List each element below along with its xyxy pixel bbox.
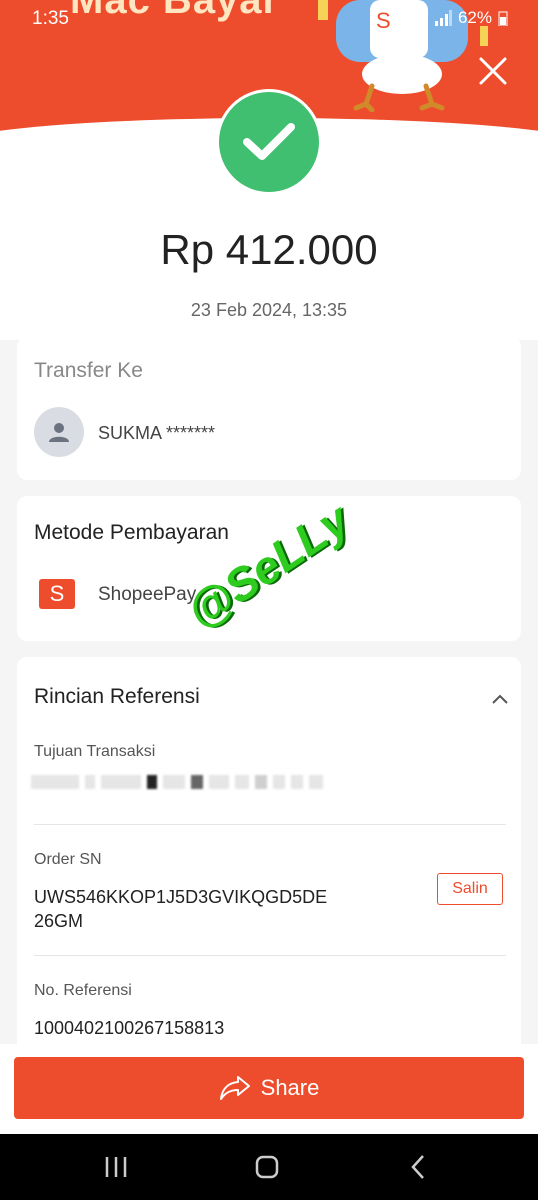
payment-datetime: 23 Feb 2024, 13:35: [190, 300, 348, 320]
network-label: 4G+: [406, 12, 428, 24]
reference-card: Rincian Referensi Tujuan Transaksi Order…: [17, 657, 521, 1057]
order-sn-line2: 26GM: [34, 911, 84, 931]
transfer-title: Transfer Ke: [34, 359, 143, 382]
copy-button[interactable]: Salin: [437, 873, 503, 905]
avatar: [34, 407, 84, 457]
status-time: 1:35: [32, 8, 69, 29]
divider: [34, 824, 506, 825]
reference-number-label: No. Referensi: [34, 982, 132, 999]
purpose-label: Tujuan Transaksi: [34, 743, 156, 760]
purpose-value-redacted: [31, 775, 323, 789]
home-icon[interactable]: [252, 1152, 282, 1182]
checkmark-icon: [243, 123, 295, 160]
shopeepay-icon: S: [39, 579, 75, 609]
chevron-up-icon[interactable]: [491, 693, 509, 705]
reference-number: 1000402100267158813: [34, 1018, 225, 1038]
share-label: Share: [260, 1075, 320, 1100]
battery-percent: 62%: [457, 8, 492, 27]
share-arrow-icon: [219, 1076, 250, 1100]
battery-icon: [498, 11, 508, 26]
close-icon[interactable]: [476, 54, 510, 88]
back-icon[interactable]: [404, 1152, 434, 1182]
system-nav-bar: [0, 1134, 538, 1200]
payment-method-title: Metode Pembayaran: [34, 521, 229, 544]
person-icon: [49, 423, 69, 442]
order-sn-line1: UWS546KKOP1J5D3GVIKQGD5DE: [34, 887, 328, 907]
divider: [34, 955, 506, 956]
recents-icon[interactable]: [101, 1152, 131, 1182]
status-icons: 4G+ 62%: [407, 8, 508, 28]
success-badge: [216, 89, 322, 195]
payment-amount: Rp 412.000: [160, 226, 378, 273]
recipient-name: SUKMA *******: [98, 423, 216, 443]
transfer-card: Transfer Ke SUKMA *******: [17, 337, 521, 480]
order-sn-label: Order SN: [34, 851, 102, 868]
status-bar: 1:35 4G+ 62%: [0, 0, 538, 36]
reference-title: Rincian Referensi: [34, 685, 200, 708]
signal-icon: [434, 10, 452, 26]
shopeepay-icon-letter: S: [49, 581, 65, 606]
share-button[interactable]: Share: [14, 1057, 524, 1119]
